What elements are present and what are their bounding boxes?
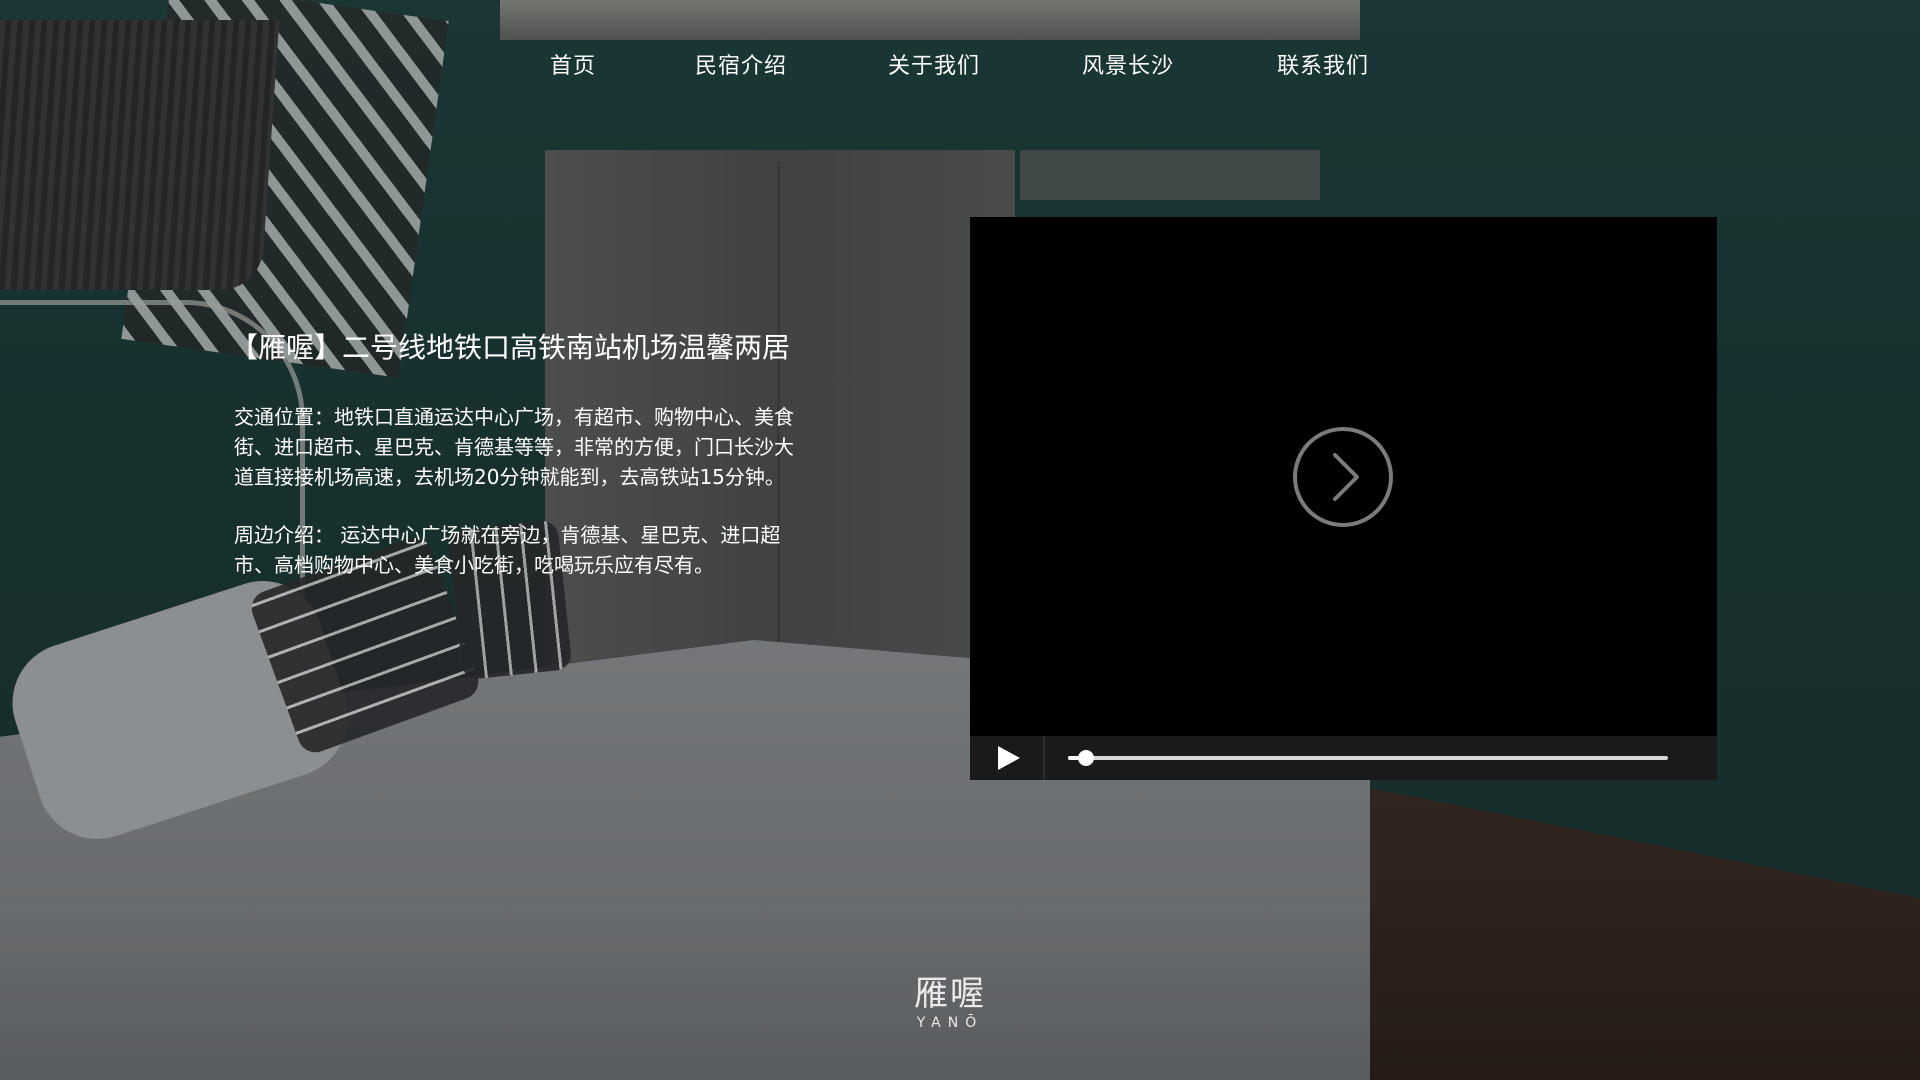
surroundings-description: 周边介绍： 运达中心广场就在旁边，肯德基、星巴克、进口超市、高档购物中心、美食小… [234, 523, 781, 577]
video-progress-thumb[interactable] [1078, 750, 1094, 766]
play-icon[interactable] [990, 744, 1024, 772]
nav-item-about-us[interactable]: 关于我们 [888, 48, 980, 80]
video-progress-bar[interactable] [1068, 750, 1668, 766]
nav-item-home[interactable]: 首页 [550, 48, 596, 80]
controls-divider [1043, 736, 1045, 780]
top-nav: 首页 民宿介绍 关于我们 风景长沙 联系我们 [0, 48, 1920, 80]
brand-logo: 雁喔 YANŌ [880, 975, 1020, 1031]
play-circle-icon[interactable] [1293, 427, 1393, 527]
nav-item-contact-us[interactable]: 联系我们 [1277, 48, 1369, 80]
video-controls-bar [970, 736, 1717, 780]
listing-intro: 【雁喔】二号线地铁口高铁南站机场温馨两居 交通位置：地铁口直通运达中心广场，有超… [230, 326, 810, 608]
transport-description: 交通位置：地铁口直通运达中心广场，有超市、购物中心、美食街、进口超市、星巴克、肯… [234, 405, 794, 489]
chevron-right-icon [1333, 453, 1359, 501]
nav-item-changsha-scenery[interactable]: 风景长沙 [1082, 48, 1174, 80]
page-root: 首页 民宿介绍 关于我们 风景长沙 联系我们 【雁喔】二号线地铁口高铁南站机场温… [0, 0, 1920, 1080]
listing-title: 【雁喔】二号线地铁口高铁南站机场温馨两居 [230, 331, 791, 364]
video-player[interactable] [970, 217, 1717, 780]
logo-english-text: YANŌ [916, 1015, 984, 1031]
logo-chinese-text: 雁喔 [914, 974, 986, 1014]
nav-item-homestay-intro[interactable]: 民宿介绍 [695, 48, 787, 80]
